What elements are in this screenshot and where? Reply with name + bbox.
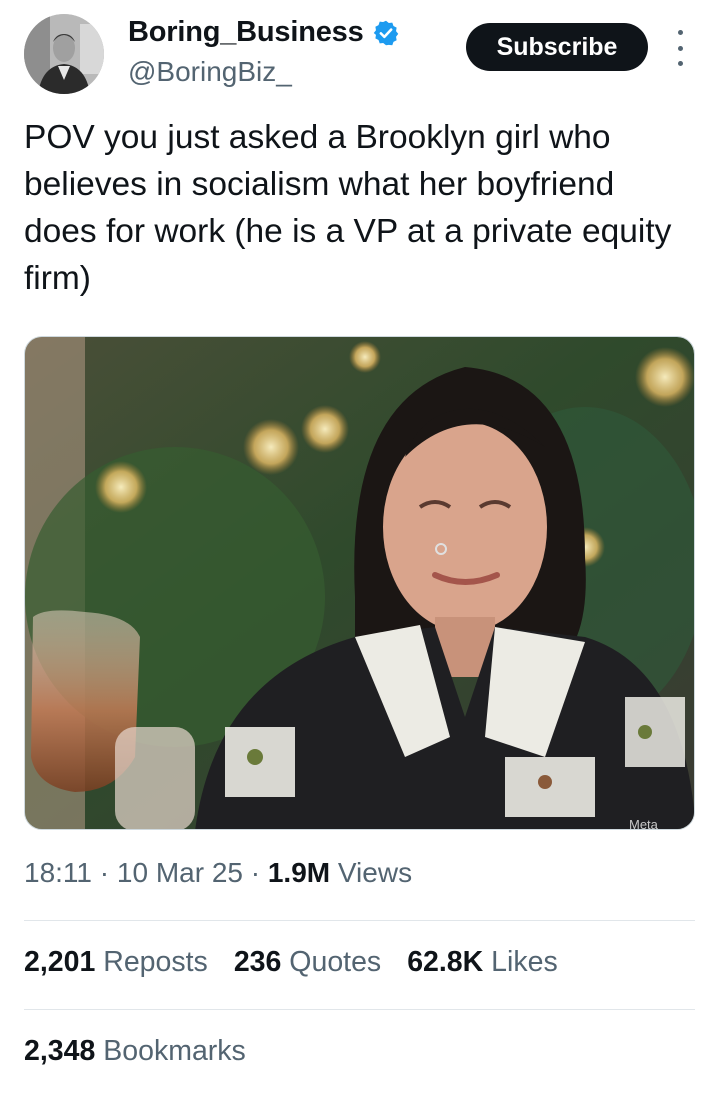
likes-count: 62.8K: [407, 946, 484, 978]
bookmarks-count: 2,348: [24, 1035, 96, 1067]
media-watermark: Meta: [629, 817, 659, 830]
author-handle[interactable]: @BoringBiz_: [128, 56, 292, 88]
reposts-stat[interactable]: 2,201 Reposts: [24, 946, 208, 979]
display-name[interactable]: Boring_Business: [128, 16, 364, 49]
more-vertical-icon[interactable]: [668, 30, 692, 66]
avatar[interactable]: [24, 14, 104, 94]
subscribe-button[interactable]: Subscribe: [466, 23, 648, 71]
tweet-time[interactable]: 18:11: [24, 857, 92, 888]
tweet-date[interactable]: 10 Mar 25: [117, 857, 243, 888]
meta-separator: ·: [250, 857, 261, 888]
verified-badge-icon: [372, 19, 400, 47]
bookmarks-stat[interactable]: 2,348 Bookmarks: [24, 1035, 246, 1068]
divider: [24, 1009, 695, 1010]
media-photo: Meta: [25, 337, 694, 830]
views-count: 1.9M: [267, 857, 331, 888]
author-name-row[interactable]: Boring_Business: [128, 16, 400, 49]
quotes-stat[interactable]: 236 Quotes: [234, 946, 381, 979]
reposts-count: 2,201: [24, 946, 96, 978]
engagement-stats: 2,201 Reposts 236 Quotes 62.8K Likes: [24, 946, 584, 979]
tweet-text: POV you just asked a Brooklyn girl who b…: [24, 119, 672, 297]
bookmarks-label: Bookmarks: [103, 1035, 246, 1067]
likes-stat[interactable]: 62.8K Likes: [407, 946, 558, 979]
quotes-count: 236: [233, 946, 282, 978]
meta-separator: ·: [99, 857, 110, 888]
quotes-label: Quotes: [289, 946, 382, 978]
tweet-meta: 18:11 · 10 Mar 25 · 1.9M Views: [24, 857, 412, 889]
divider: [24, 920, 695, 921]
tweet-media-image[interactable]: Meta: [24, 336, 695, 830]
reposts-label: Reposts: [103, 946, 208, 978]
likes-label: Likes: [491, 946, 558, 978]
tweet-header: Boring_Business @BoringBiz_ Subscribe: [0, 0, 719, 110]
views-label: Views: [337, 857, 413, 888]
